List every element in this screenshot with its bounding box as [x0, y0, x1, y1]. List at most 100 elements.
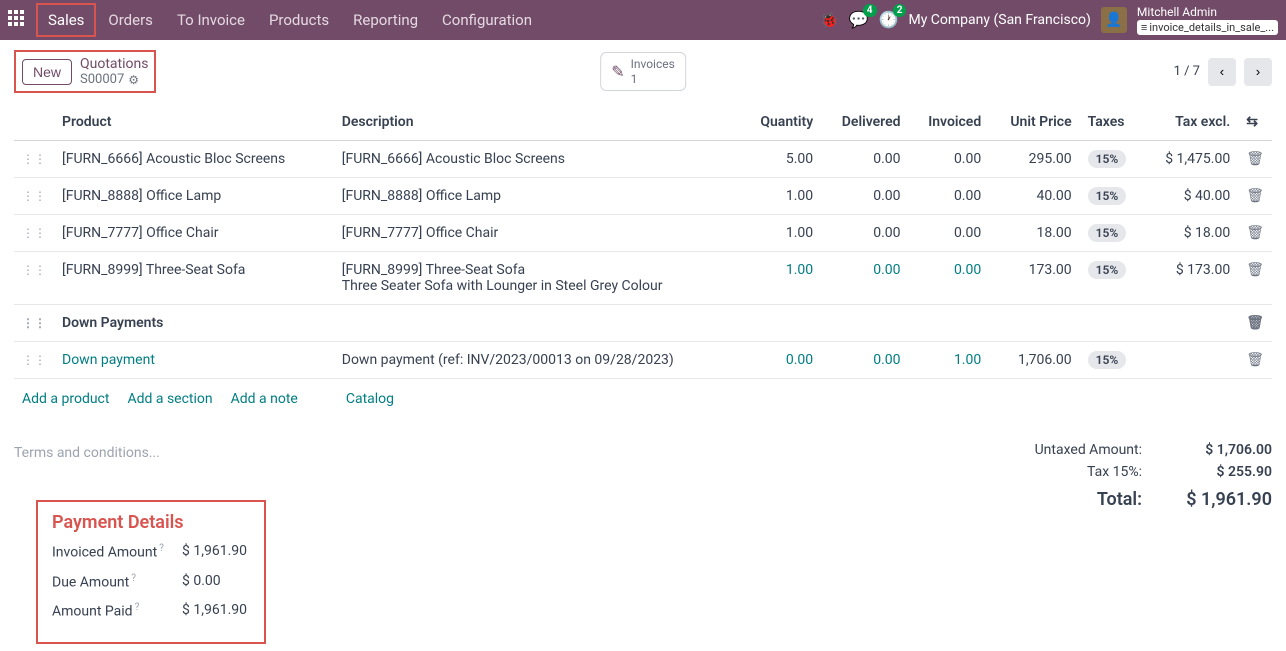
breadcrumb-quotations[interactable]: Quotations — [80, 56, 148, 72]
table-row[interactable]: ⋮⋮ [FURN_6666] Acoustic Bloc Screens [FU… — [14, 141, 1272, 178]
drag-handle-icon[interactable]: ⋮⋮ — [22, 316, 46, 330]
cell-taxes[interactable]: 15% — [1080, 252, 1144, 305]
cell-invoiced[interactable]: 1.00 — [909, 342, 990, 379]
cell-unit-price[interactable]: 1,706.00 — [989, 342, 1079, 379]
cell-quantity[interactable]: 1.00 — [741, 215, 821, 252]
cell-unit-price[interactable]: 18.00 — [989, 215, 1079, 252]
terms-field[interactable]: Terms and conditions... — [14, 439, 982, 467]
cell-description[interactable]: [FURN_8999] Three-Seat SofaThree Seater … — [334, 252, 741, 305]
cell-invoiced[interactable]: 0.00 — [909, 215, 990, 252]
cell-description[interactable]: [FURN_8888] Office Lamp — [334, 178, 741, 215]
nav-products[interactable]: Products — [257, 3, 341, 37]
trash-icon[interactable]: 🗑 — [1246, 151, 1264, 167]
trash-icon[interactable]: 🗑 — [1246, 188, 1264, 204]
debug-icon[interactable]: 🐞 — [820, 11, 839, 29]
cell-delivered[interactable]: 0.00 — [821, 215, 908, 252]
trash-icon[interactable]: 🗑 — [1246, 352, 1264, 368]
cell-unit-price[interactable]: 173.00 — [989, 252, 1079, 305]
drag-handle-icon[interactable]: ⋮⋮ — [22, 353, 46, 367]
trash-icon[interactable]: 🗑 — [1246, 225, 1264, 241]
cell-unit-price[interactable]: 40.00 — [989, 178, 1079, 215]
cell-invoiced[interactable]: 0.00 — [909, 178, 990, 215]
messaging-icon[interactable]: 💬4 — [849, 10, 869, 29]
cell-description[interactable]: [FURN_6666] Acoustic Bloc Screens — [334, 141, 741, 178]
cell-product[interactable]: [FURN_7777] Office Chair — [54, 215, 334, 252]
section-label[interactable]: Down Payments — [54, 305, 1238, 342]
drag-handle-icon[interactable]: ⋮⋮ — [22, 189, 46, 203]
cell-quantity[interactable]: 1.00 — [741, 252, 821, 305]
total-value: $ 1,961.90 — [1172, 489, 1272, 510]
apps-icon[interactable] — [8, 10, 28, 30]
cell-delivered[interactable]: 0.00 — [821, 342, 908, 379]
cell-product[interactable]: [FURN_8999] Three-Seat Sofa — [54, 252, 334, 305]
add-section-link[interactable]: Add a section — [127, 391, 212, 407]
cell-invoiced[interactable]: 0.00 — [909, 252, 990, 305]
help-icon[interactable]: ? — [131, 573, 136, 584]
invoices-stat-button[interactable]: ✎ Invoices 1 — [600, 52, 686, 91]
help-icon[interactable]: ? — [135, 602, 140, 613]
new-button[interactable]: New — [22, 59, 72, 85]
table-row[interactable]: ⋮⋮ [FURN_7777] Office Chair [FURN_7777] … — [14, 215, 1272, 252]
avatar[interactable]: 👤 — [1101, 7, 1127, 33]
cell-delivered[interactable]: 0.00 — [821, 252, 908, 305]
cell-delivered[interactable]: 0.00 — [821, 178, 908, 215]
cell-quantity[interactable]: 5.00 — [741, 141, 821, 178]
drag-handle-icon[interactable]: ⋮⋮ — [22, 263, 46, 277]
col-tax-excl[interactable]: Tax excl. — [1143, 104, 1238, 141]
cell-taxes[interactable]: 15% — [1080, 178, 1144, 215]
col-invoiced[interactable]: Invoiced — [909, 104, 990, 141]
cell-description[interactable]: Down payment (ref: INV/2023/00013 on 09/… — [334, 342, 741, 379]
add-note-link[interactable]: Add a note — [231, 391, 298, 407]
cell-unit-price[interactable]: 295.00 — [989, 141, 1079, 178]
nav-to-invoice[interactable]: To Invoice — [165, 3, 257, 37]
col-delivered[interactable]: Delivered — [821, 104, 908, 141]
col-quantity[interactable]: Quantity — [741, 104, 821, 141]
cell-invoiced[interactable]: 0.00 — [909, 141, 990, 178]
user-name: Mitchell Admin — [1137, 5, 1278, 19]
pager: 1 / 7 ‹ › — [1174, 58, 1272, 86]
section-row[interactable]: ⋮⋮ Down Payments 🗑 — [14, 305, 1272, 342]
cell-description[interactable]: [FURN_7777] Office Chair — [334, 215, 741, 252]
add-product-link[interactable]: Add a product — [22, 391, 109, 407]
pager-prev[interactable]: ‹ — [1208, 58, 1236, 86]
cell-taxes[interactable]: 15% — [1080, 342, 1144, 379]
col-product[interactable]: Product — [54, 104, 334, 141]
trash-icon[interactable]: 🗑 — [1246, 262, 1264, 278]
cell-product[interactable]: [FURN_8888] Office Lamp — [54, 178, 334, 215]
gear-icon[interactable]: ⚙ — [128, 73, 139, 87]
cell-delivered[interactable]: 0.00 — [821, 141, 908, 178]
catalog-link[interactable]: Catalog — [346, 391, 394, 407]
cell-taxes[interactable]: 15% — [1080, 141, 1144, 178]
pager-text[interactable]: 1 / 7 — [1174, 64, 1200, 79]
pager-next[interactable]: › — [1244, 58, 1272, 86]
payment-details-title: Payment Details — [52, 512, 250, 533]
table-row[interactable]: ⋮⋮ [FURN_8999] Three-Seat Sofa [FURN_899… — [14, 252, 1272, 305]
nav-configuration[interactable]: Configuration — [430, 3, 544, 37]
cell-product[interactable]: [FURN_6666] Acoustic Bloc Screens — [54, 141, 334, 178]
database-name: ≡ invoice_details_in_sale_... — [1137, 20, 1278, 35]
invoiced-amount-label: Invoiced Amount — [52, 545, 157, 561]
col-taxes[interactable]: Taxes — [1080, 104, 1144, 141]
nav-sales[interactable]: Sales — [36, 3, 96, 37]
col-description[interactable]: Description — [334, 104, 741, 141]
company-switcher[interactable]: My Company (San Francisco) — [908, 12, 1090, 28]
user-menu[interactable]: Mitchell Admin ≡ invoice_details_in_sale… — [1137, 5, 1278, 35]
amount-paid-value: $ 1,961.90 — [182, 602, 247, 620]
col-optional-columns[interactable]: ⇆ — [1238, 104, 1272, 141]
col-unit-price[interactable]: Unit Price — [989, 104, 1079, 141]
help-icon[interactable]: ? — [159, 543, 164, 554]
trash-icon[interactable]: 🗑 — [1246, 315, 1264, 331]
table-row[interactable]: ⋮⋮ [FURN_8888] Office Lamp [FURN_8888] O… — [14, 178, 1272, 215]
nav-reporting[interactable]: Reporting — [341, 3, 430, 37]
table-row[interactable]: ⋮⋮ Down payment Down payment (ref: INV/2… — [14, 342, 1272, 379]
top-navigation: Sales Orders To Invoice Products Reporti… — [0, 0, 1286, 40]
activities-icon[interactable]: 🕐2 — [879, 10, 899, 29]
cell-taxes[interactable]: 15% — [1080, 215, 1144, 252]
nav-orders[interactable]: Orders — [96, 3, 165, 37]
cell-product[interactable]: Down payment — [54, 342, 334, 379]
drag-handle-icon[interactable]: ⋮⋮ — [22, 152, 46, 166]
drag-handle-icon[interactable]: ⋮⋮ — [22, 226, 46, 240]
invoices-label: Invoices — [631, 57, 675, 71]
cell-quantity[interactable]: 0.00 — [741, 342, 821, 379]
cell-quantity[interactable]: 1.00 — [741, 178, 821, 215]
